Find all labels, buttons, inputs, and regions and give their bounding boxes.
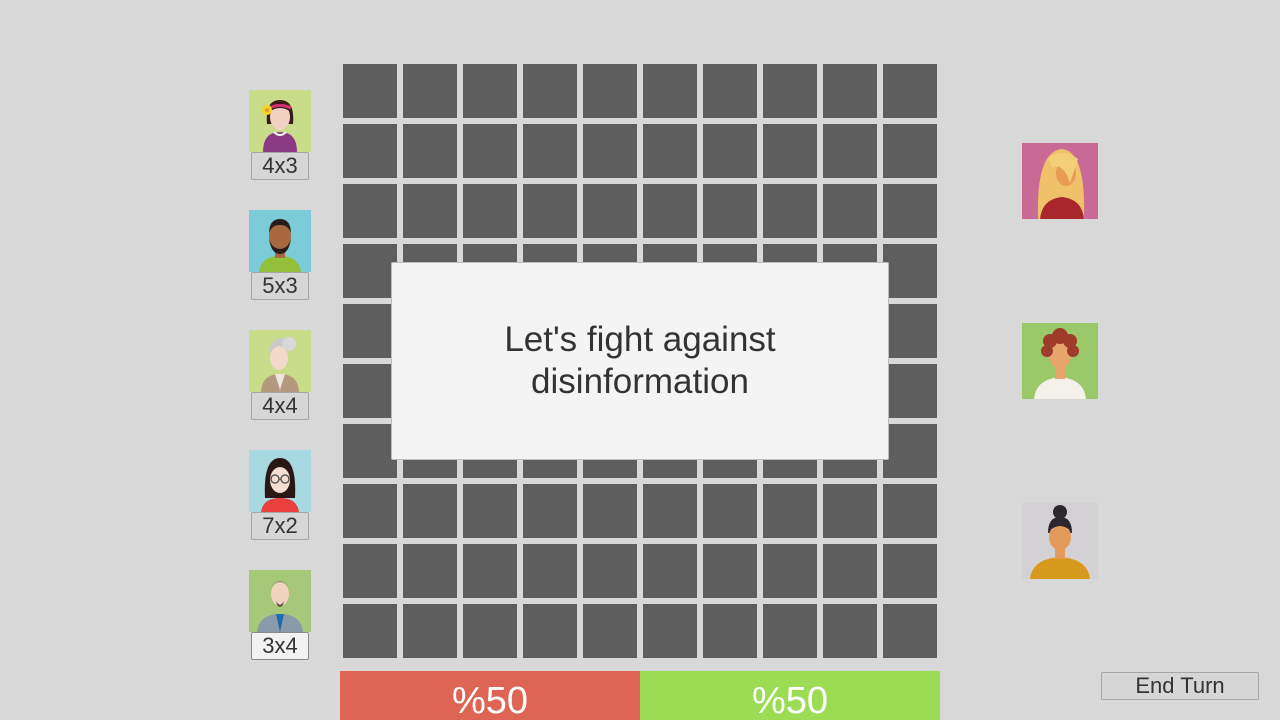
board-cell[interactable] [343, 484, 397, 538]
board-cell[interactable] [523, 184, 577, 238]
board-cell[interactable] [463, 604, 517, 658]
board-cell[interactable] [763, 544, 817, 598]
board-cell[interactable] [403, 604, 457, 658]
man-goatee-avatar [249, 570, 311, 632]
board-cell[interactable] [703, 544, 757, 598]
board-cell[interactable] [523, 484, 577, 538]
bun-hair-woman-avatar [1022, 503, 1098, 579]
board-cell[interactable] [463, 544, 517, 598]
woman-glasses-avatar [249, 450, 311, 512]
board-cell[interactable] [883, 484, 937, 538]
board-cell[interactable] [463, 64, 517, 118]
board-cell[interactable] [343, 604, 397, 658]
blonde-woman-avatar [1022, 143, 1098, 219]
elderly-woman-avatar [249, 330, 311, 392]
board-cell[interactable] [583, 484, 637, 538]
board-cell[interactable] [883, 424, 937, 478]
board-cell[interactable] [523, 544, 577, 598]
board-cell[interactable] [583, 64, 637, 118]
board-cell[interactable] [823, 604, 877, 658]
piece-size-label[interactable]: 4x4 [251, 392, 309, 420]
board-cell[interactable] [643, 544, 697, 598]
board-cell[interactable] [403, 484, 457, 538]
board-cell[interactable] [883, 364, 937, 418]
board-cell[interactable] [463, 184, 517, 238]
board-cell[interactable] [463, 484, 517, 538]
woman-flower-hair-avatar [249, 90, 311, 152]
player-piece-3[interactable]: 4x4 [249, 330, 311, 420]
board-cell[interactable] [343, 124, 397, 178]
end-turn-button[interactable]: End Turn [1101, 672, 1259, 700]
board-cell[interactable] [883, 64, 937, 118]
piece-size-label[interactable]: 5x3 [251, 272, 309, 300]
board-cell[interactable] [703, 124, 757, 178]
board-cell[interactable] [583, 124, 637, 178]
board-cell[interactable] [343, 64, 397, 118]
board-cell[interactable] [403, 64, 457, 118]
player-piece-1[interactable]: 4x3 [249, 90, 311, 180]
man-beard-avatar [249, 210, 311, 272]
red-team-score-bar: %50 [340, 671, 640, 720]
board-cell[interactable] [403, 184, 457, 238]
board-cell[interactable] [343, 424, 397, 478]
board-cell[interactable] [523, 124, 577, 178]
board-cell[interactable] [643, 184, 697, 238]
board-cell[interactable] [643, 64, 697, 118]
curly-hair-woman-avatar [1022, 323, 1098, 399]
board-cell[interactable] [823, 544, 877, 598]
board-cell[interactable] [823, 64, 877, 118]
board-cell[interactable] [883, 124, 937, 178]
board-cell[interactable] [703, 604, 757, 658]
board-cell[interactable] [823, 484, 877, 538]
board-cell[interactable] [583, 604, 637, 658]
board-cell[interactable] [883, 184, 937, 238]
board-cell[interactable] [343, 304, 397, 358]
board-cell[interactable] [643, 604, 697, 658]
board-cell[interactable] [583, 184, 637, 238]
player-piece-2[interactable]: 5x3 [249, 210, 311, 300]
board-cell[interactable] [883, 604, 937, 658]
board-cell[interactable] [343, 184, 397, 238]
board-cell[interactable] [883, 544, 937, 598]
player-piece-4[interactable]: 7x2 [249, 450, 311, 540]
board-cell[interactable] [763, 64, 817, 118]
board-cell[interactable] [523, 604, 577, 658]
board-cell[interactable] [643, 124, 697, 178]
intro-message-text: Let's fight against disinformation [504, 320, 776, 401]
board-cell[interactable] [403, 544, 457, 598]
intro-message-dialog: Let's fight against disinformation [391, 262, 889, 460]
board-cell[interactable] [763, 484, 817, 538]
board-cell[interactable] [763, 124, 817, 178]
board-cell[interactable] [343, 544, 397, 598]
board-cell[interactable] [703, 184, 757, 238]
board-cell[interactable] [883, 244, 937, 298]
board-cell[interactable] [403, 124, 457, 178]
board-cell[interactable] [523, 64, 577, 118]
board-cell[interactable] [763, 604, 817, 658]
player-piece-5[interactable]: 3x4 [249, 570, 311, 660]
board-cell[interactable] [583, 544, 637, 598]
board-cell[interactable] [883, 304, 937, 358]
board-cell[interactable] [823, 184, 877, 238]
board-cell[interactable] [463, 124, 517, 178]
board-cell[interactable] [343, 244, 397, 298]
board-cell[interactable] [703, 484, 757, 538]
board-cell[interactable] [823, 124, 877, 178]
board-cell[interactable] [703, 64, 757, 118]
green-team-score-bar: %50 [640, 671, 940, 720]
green-team-score: %50 [751, 680, 829, 720]
piece-size-label[interactable]: 7x2 [251, 512, 309, 540]
board-cell[interactable] [343, 364, 397, 418]
red-team-score: %50 [451, 680, 529, 720]
board-cell[interactable] [763, 184, 817, 238]
piece-size-label[interactable]: 3x4 [251, 632, 309, 660]
piece-size-label[interactable]: 4x3 [251, 152, 309, 180]
board-cell[interactable] [643, 484, 697, 538]
